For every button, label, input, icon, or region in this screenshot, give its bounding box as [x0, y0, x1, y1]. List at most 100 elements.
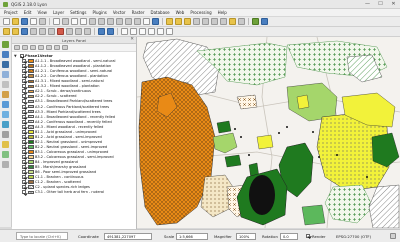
layer-visibility-checkbox[interactable]	[22, 69, 26, 74]
crs-status-button[interactable]: EPSG:27700 (OTF)	[336, 234, 371, 239]
zoom-out-icon[interactable]	[80, 18, 87, 25]
layer-visibility-checkbox[interactable]	[22, 79, 26, 84]
maximize-button[interactable]: ☐	[377, 1, 384, 8]
add-postgis-layer-icon[interactable]	[2, 61, 9, 68]
collapse-triangle-icon[interactable]: ▼	[14, 54, 18, 58]
layer-visibility-checkbox[interactable]	[22, 59, 26, 64]
layer-visibility-checkbox[interactable]	[22, 74, 26, 79]
minimize-button[interactable]: —	[364, 1, 371, 8]
menu-web[interactable]: Web	[176, 10, 185, 15]
menu-processing[interactable]: Processing	[190, 10, 211, 15]
layer-visibility-checkbox[interactable]	[22, 114, 26, 119]
layer-visibility-checkbox[interactable]	[22, 104, 26, 109]
layer-item[interactable]: C3.1 - Other tall herb and fern - rudera…	[14, 190, 136, 195]
layer-visibility-checkbox[interactable]	[22, 155, 26, 159]
new-project-icon[interactable]	[3, 18, 10, 25]
menu-edit[interactable]: Edit	[24, 10, 32, 15]
pan-to-selection-icon[interactable]	[62, 18, 69, 25]
current-edits-icon[interactable]	[3, 28, 10, 35]
zoom-in-icon[interactable]	[71, 18, 78, 25]
magnifier-field[interactable]: 100%	[236, 232, 256, 240]
group-visibility-checkbox[interactable]	[19, 53, 24, 58]
menu-view[interactable]: View	[37, 10, 47, 15]
zoom-last-icon[interactable]	[125, 18, 132, 25]
map-tips-icon[interactable]	[229, 18, 236, 25]
add-raster-layer-icon[interactable]	[2, 51, 9, 58]
layer-visibility-checkbox[interactable]	[22, 124, 26, 129]
show-hide-labels-icon[interactable]	[139, 28, 146, 35]
python-console-icon[interactable]	[252, 18, 259, 25]
text-annotation-icon[interactable]	[238, 18, 245, 25]
add-delimited-text-icon[interactable]	[2, 131, 9, 138]
add-wms-layer-icon[interactable]	[2, 101, 9, 108]
map-canvas[interactable]	[137, 37, 400, 228]
add-virtual-layer-icon[interactable]	[2, 161, 9, 168]
layer-visibility-checkbox[interactable]	[22, 144, 26, 149]
expand-all-icon[interactable]	[46, 45, 52, 50]
menu-project[interactable]: Project	[4, 10, 18, 15]
add-group-icon[interactable]	[22, 45, 28, 50]
cut-features-icon[interactable]	[66, 28, 73, 35]
pan-icon[interactable]	[53, 18, 60, 25]
field-calculator-icon[interactable]	[202, 18, 209, 25]
remove-layer-icon[interactable]	[62, 45, 68, 50]
zoom-to-layer-icon[interactable]	[116, 18, 123, 25]
layer-visibility-checkbox[interactable]	[22, 139, 26, 144]
layer-visibility-checkbox[interactable]	[22, 165, 26, 170]
zoom-full-icon[interactable]	[98, 18, 105, 25]
map-render[interactable]	[137, 37, 400, 228]
menu-plugins[interactable]: Plugins	[93, 10, 107, 15]
undo-icon[interactable]	[98, 28, 105, 35]
open-attribute-table-icon[interactable]	[193, 18, 200, 25]
move-label-icon[interactable]	[148, 28, 155, 35]
layer-visibility-checkbox[interactable]	[22, 134, 26, 139]
zoom-next-icon[interactable]	[134, 18, 141, 25]
add-feature-icon[interactable]	[30, 28, 37, 35]
layer-visibility-checkbox[interactable]	[22, 149, 26, 154]
menu-vector[interactable]: Vector	[113, 10, 126, 15]
layer-visibility-checkbox[interactable]	[22, 84, 26, 89]
menu-raster[interactable]: Raster	[132, 10, 145, 15]
locator-search-input[interactable]: Type to locate (Ctrl+K)	[16, 232, 68, 240]
layer-visibility-checkbox[interactable]	[22, 64, 26, 69]
identify-icon[interactable]	[166, 18, 173, 25]
menu-settings[interactable]: Settings	[70, 10, 86, 15]
menu-database[interactable]: Database	[150, 10, 169, 15]
new-shapefile-icon[interactable]	[2, 141, 9, 148]
open-project-icon[interactable]	[12, 18, 19, 25]
node-tool-icon[interactable]	[48, 28, 55, 35]
filter-legend-icon[interactable]	[38, 45, 44, 50]
menu-help[interactable]: Help	[218, 10, 227, 15]
layer-visibility-checkbox[interactable]	[22, 160, 26, 165]
copy-features-icon[interactable]	[75, 28, 82, 35]
select-features-icon[interactable]	[175, 18, 182, 25]
zoom-to-selection-icon[interactable]	[107, 18, 114, 25]
layer-visibility-checkbox[interactable]	[22, 89, 26, 94]
change-label-icon[interactable]	[166, 28, 173, 35]
toggle-editing-icon[interactable]	[12, 28, 19, 35]
new-spatialite-icon[interactable]	[2, 151, 9, 158]
add-wcs-layer-icon[interactable]	[2, 111, 9, 118]
add-wfs-layer-icon[interactable]	[2, 121, 9, 128]
deselect-icon[interactable]	[184, 18, 191, 25]
rotate-label-icon[interactable]	[157, 28, 164, 35]
refresh-icon[interactable]	[152, 18, 159, 25]
add-mssql-layer-icon[interactable]	[2, 81, 9, 88]
save-project-icon[interactable]	[21, 18, 28, 25]
redo-icon[interactable]	[107, 28, 114, 35]
close-panel-icon[interactable]: ✕	[130, 37, 134, 42]
style-manager-icon[interactable]	[14, 45, 20, 50]
render-checkbox[interactable]	[306, 234, 310, 238]
new-map-view-icon[interactable]	[143, 18, 150, 25]
layer-visibility-checkbox[interactable]	[22, 185, 26, 190]
layer-visibility-checkbox[interactable]	[22, 190, 26, 195]
menu-layer[interactable]: Layer	[53, 10, 64, 15]
add-oracle-layer-icon[interactable]	[2, 91, 9, 98]
save-as-icon[interactable]	[30, 18, 37, 25]
coordinate-field[interactable]: 491381,227097	[104, 232, 152, 240]
measure-icon[interactable]	[220, 18, 227, 25]
statistics-icon[interactable]	[211, 18, 218, 25]
help-icon[interactable]	[261, 18, 268, 25]
save-edits-icon[interactable]	[21, 28, 28, 35]
layer-visibility-checkbox[interactable]	[22, 175, 26, 180]
